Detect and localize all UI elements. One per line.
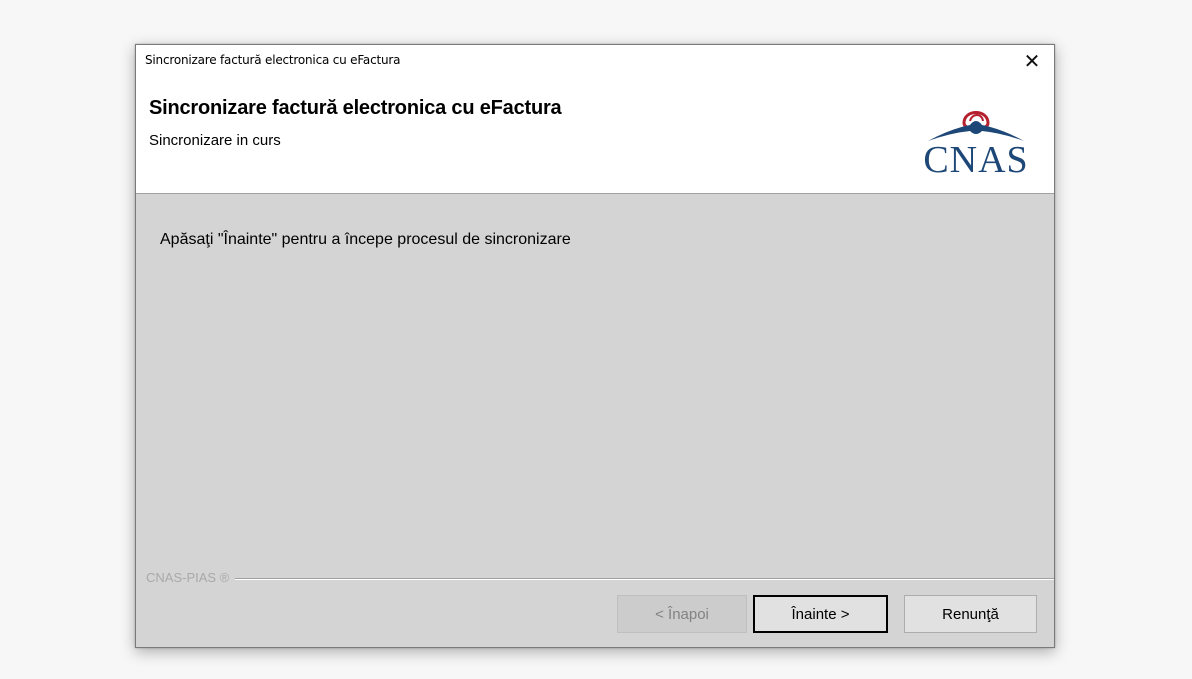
window-title: Sincronizare factură electronica cu eFac… (145, 53, 401, 67)
footer-brand-label: CNAS-PIAS ® (146, 570, 236, 585)
close-button[interactable]: ✕ (1010, 45, 1054, 77)
next-button[interactable]: Înainte > (753, 595, 888, 633)
cnas-logo-text: CNAS (923, 139, 1029, 181)
footer-divider (146, 578, 1054, 580)
page-title: Sincronizare factură electronica cu eFac… (149, 97, 562, 119)
page-subtitle: Sincronizare in curs (149, 132, 281, 149)
close-icon: ✕ (1023, 50, 1041, 73)
cancel-button[interactable]: Renunţă (904, 595, 1037, 633)
wizard-header: Sincronizare factură electronica cu eFac… (136, 77, 1054, 194)
cnas-logo: CNAS (920, 91, 1032, 181)
back-button[interactable]: < Înapoi (617, 595, 747, 633)
title-bar: Sincronizare factură electronica cu eFac… (136, 45, 1054, 77)
wizard-dialog: Sincronizare factură electronica cu eFac… (135, 44, 1055, 648)
instruction-text: Apăsaţi "Înainte" pentru a începe proces… (160, 231, 571, 248)
